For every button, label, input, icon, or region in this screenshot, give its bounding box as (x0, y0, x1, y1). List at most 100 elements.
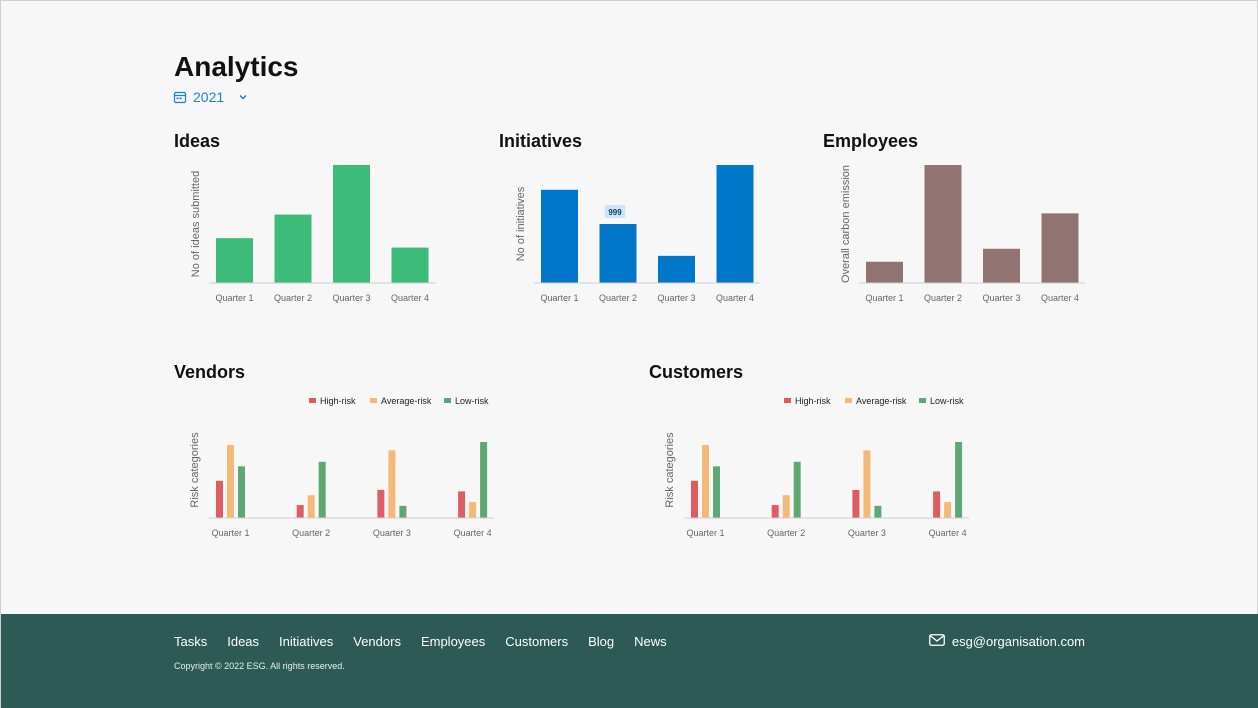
bar-quarter-2 (274, 214, 312, 283)
footer-link-vendors[interactable]: Vendors (353, 634, 401, 649)
footer-link-tasks[interactable]: Tasks (174, 634, 207, 649)
data-label: 999 (608, 208, 622, 217)
employees-chart: Overall carbon emission Quarter 1 Quarter … (840, 165, 1086, 303)
bar-high-risk-quarter-3 (852, 489, 860, 518)
x-tick-label: Quarter 1 (686, 528, 724, 538)
year-value: 2021 (193, 89, 225, 105)
bar-high-risk-quarter-4 (458, 491, 466, 518)
bar-low-risk-quarter-2 (318, 461, 326, 518)
footer-nav: Tasks Ideas Initiatives Vendors Employee… (174, 634, 667, 649)
legend-label: Average-risk (856, 396, 907, 406)
bar-low-risk-quarter-3 (874, 505, 882, 518)
chevron-down-icon (238, 92, 248, 102)
year-selector[interactable]: 2021 (173, 89, 248, 105)
y-axis-label: Overall carbon emission (840, 165, 852, 283)
bar-quarter-1 (541, 189, 578, 283)
customers-chart: High-risk Average-risk Low-risk Risk catego… (664, 396, 970, 538)
x-tick-label: Quarter 3 (657, 293, 695, 303)
customers-title: Customers (649, 362, 744, 382)
x-tick-label: Quarter 4 (716, 293, 754, 303)
x-tick-label: Quarter 4 (1041, 293, 1079, 303)
bar-quarter-4 (716, 165, 754, 283)
initiatives-title: Initiatives (499, 131, 583, 151)
x-tick-label: Quarter 2 (292, 528, 330, 538)
x-tick-label: Quarter 2 (274, 293, 312, 303)
bar-quarter-1 (216, 238, 253, 283)
x-tick-label: Quarter 2 (599, 293, 637, 303)
bar-average-risk-quarter-1 (227, 445, 234, 518)
x-tick-label: Quarter 3 (332, 293, 370, 303)
x-tick-label: Quarter 4 (454, 528, 492, 538)
legend-swatch-average-risk (370, 398, 377, 403)
bar-average-risk-quarter-2 (307, 495, 315, 518)
employees-title: Employees (823, 131, 919, 151)
footer-link-initiatives[interactable]: Initiatives (279, 634, 333, 649)
x-tick-label: Quarter 3 (982, 293, 1020, 303)
legend-label: Average-risk (381, 396, 432, 406)
bar-high-risk-quarter-2 (771, 505, 779, 518)
page-title: Analytics (174, 51, 299, 82)
bar-quarter-4 (1041, 213, 1079, 283)
bar-average-risk-quarter-4 (944, 502, 952, 518)
bar-average-risk-quarter-1 (702, 445, 709, 518)
x-tick-label: Quarter 1 (211, 528, 249, 538)
ideas-title: Ideas (174, 131, 221, 151)
calendar-icon (173, 90, 187, 104)
bar-quarter-4 (391, 247, 429, 283)
footer-link-ideas[interactable]: Ideas (227, 634, 259, 649)
x-tick-label: Quarter 3 (373, 528, 411, 538)
bar-high-risk-quarter-2 (296, 505, 304, 518)
bar-low-risk-quarter-2 (793, 461, 801, 518)
mail-icon (928, 634, 945, 649)
bar-quarter-3 (333, 165, 370, 283)
y-axis-label: No of initiatives (515, 186, 527, 261)
y-axis-label: Risk categories (664, 432, 676, 508)
y-axis-label: No of ideas submitted (190, 171, 202, 277)
legend-label: High-risk (795, 396, 831, 406)
footer-link-employees[interactable]: Employees (421, 634, 485, 649)
vendors-title: Vendors (174, 362, 246, 382)
x-tick-label: Quarter 1 (540, 293, 578, 303)
email-link[interactable]: esg@organisation.com (928, 634, 1085, 649)
legend-label: Low-risk (455, 396, 489, 406)
bar-low-risk-quarter-1 (713, 466, 720, 518)
ideas-chart: No of ideas submitted Quarter 1 Quarter 2 Q… (190, 165, 436, 303)
bar-low-risk-quarter-4 (955, 442, 963, 518)
vendors-chart: High-risk Average-risk Low-risk Risk catego… (189, 396, 495, 538)
legend-label: Low-risk (930, 396, 964, 406)
legend-swatch-average-risk (845, 398, 852, 403)
x-tick-label: Quarter 2 (767, 528, 805, 538)
legend-swatch-high-risk (309, 398, 316, 403)
x-tick-label: Quarter 4 (929, 528, 967, 538)
x-tick-label: Quarter 1 (215, 293, 253, 303)
legend-label: High-risk (320, 396, 356, 406)
bar-average-risk-quarter-3 (863, 450, 871, 518)
x-tick-label: Quarter 3 (848, 528, 886, 538)
x-tick-label: Quarter 4 (391, 293, 429, 303)
bar-high-risk-quarter-1 (691, 480, 698, 518)
footer-link-blog[interactable]: Blog (588, 634, 614, 649)
email-address: esg@organisation.com (951, 634, 1085, 649)
bar-quarter-3 (658, 255, 695, 283)
bar-quarter-3 (983, 248, 1020, 283)
bar-low-risk-quarter-3 (399, 505, 407, 518)
bar-quarter-2 (599, 224, 637, 283)
bar-quarter-1 (866, 261, 903, 283)
bar-high-risk-quarter-3 (377, 489, 385, 518)
footer: Tasks Ideas Initiatives Vendors Employee… (1, 614, 1258, 708)
bar-average-risk-quarter-4 (469, 502, 477, 518)
legend-swatch-high-risk (784, 398, 791, 403)
bar-low-risk-quarter-1 (238, 466, 245, 518)
bar-high-risk-quarter-4 (933, 491, 941, 518)
bar-low-risk-quarter-4 (480, 442, 488, 518)
legend-swatch-low-risk (919, 398, 926, 403)
legend-swatch-low-risk (444, 398, 451, 403)
y-axis-label: Risk categories (189, 432, 201, 508)
bar-average-risk-quarter-2 (782, 495, 790, 518)
x-tick-label: Quarter 1 (865, 293, 903, 303)
bar-high-risk-quarter-1 (216, 480, 223, 518)
footer-link-customers[interactable]: Customers (505, 634, 568, 649)
footer-link-news[interactable]: News (634, 634, 667, 649)
copyright-text: Copyright © 2022 ESG. All rights reserve… (174, 661, 345, 671)
bar-average-risk-quarter-3 (388, 450, 396, 518)
